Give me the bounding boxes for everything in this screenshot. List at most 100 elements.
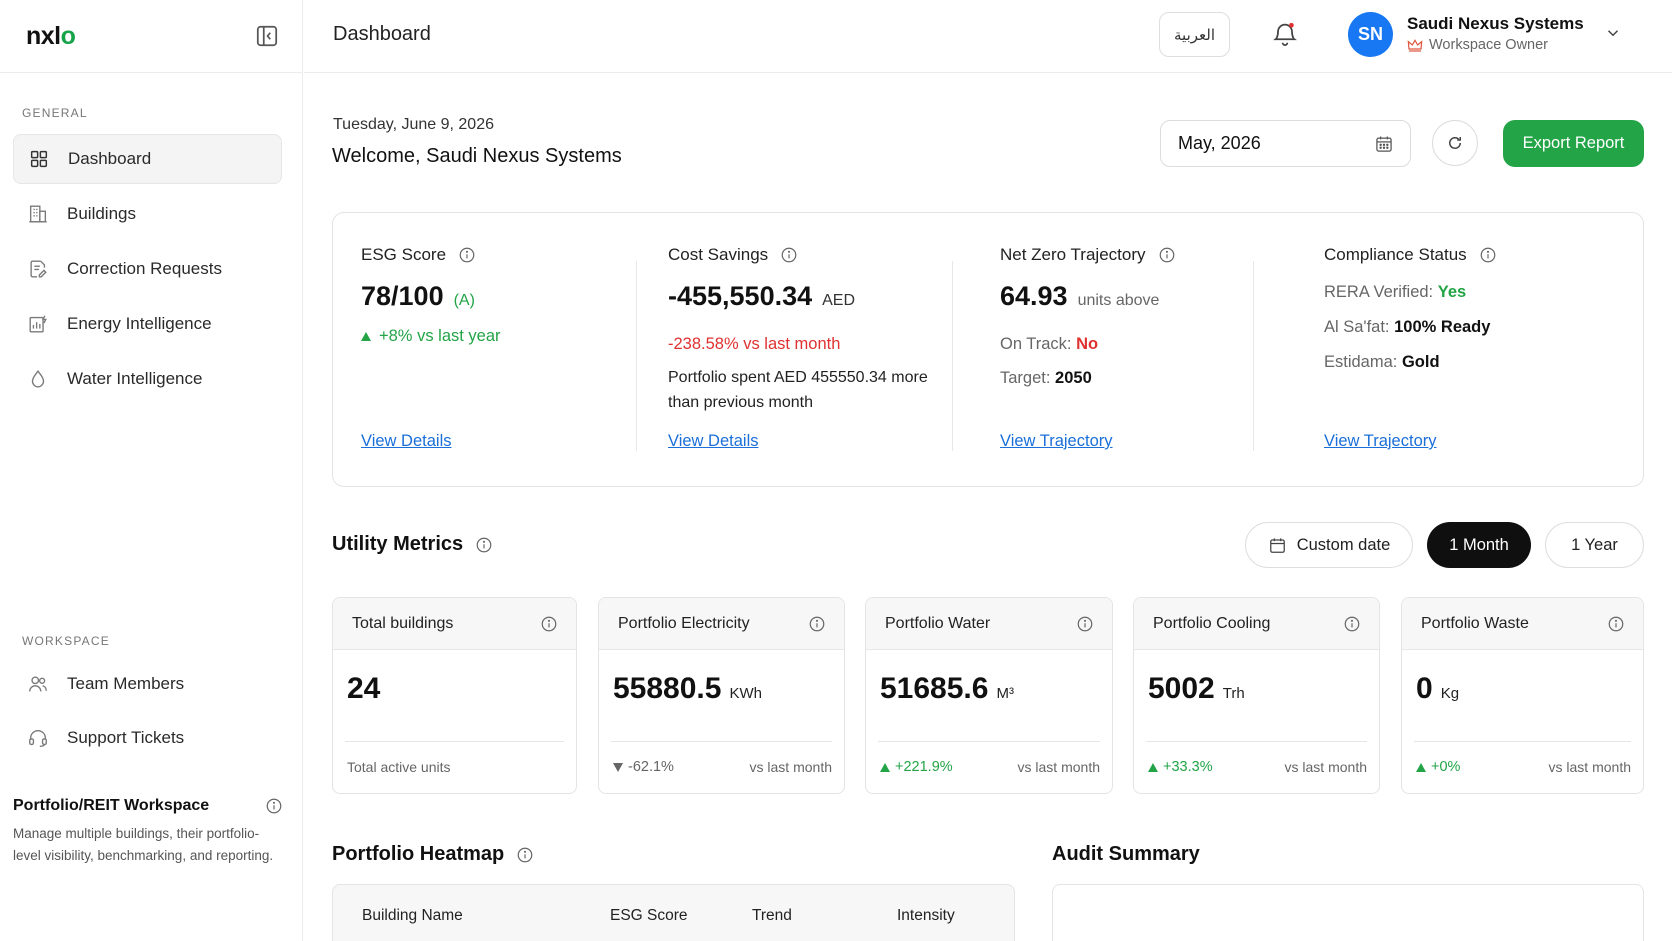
info-icon[interactable] (540, 615, 558, 633)
alsafat-row: Al Sa'fat: 100% Ready (1324, 318, 1490, 337)
cost-savings-value: -455,550.34 (668, 281, 813, 311)
info-icon[interactable] (265, 797, 283, 815)
kpi-title-text: Compliance Status (1324, 245, 1467, 264)
info-icon[interactable] (1158, 246, 1176, 264)
avatar[interactable]: SN (1348, 12, 1393, 57)
sidebar-item-dashboard[interactable]: Dashboard (13, 134, 282, 184)
sidebar-item-label: Water Intelligence (67, 369, 203, 388)
logo-accent: o (60, 21, 76, 50)
range-1-year-button[interactable]: 1 Year (1545, 522, 1644, 568)
users-icon (29, 676, 47, 692)
alsafat-label: Al Sa'fat: (1324, 318, 1390, 336)
estidama-value: Gold (1401, 353, 1440, 371)
on-track-row: On Track: No (1000, 335, 1098, 354)
metric-change-text: -62.1% (628, 759, 674, 775)
current-date: Tuesday, June 9, 2026 (333, 116, 494, 133)
column-header-trend[interactable]: Trend (752, 907, 792, 925)
on-track-value: No (1076, 335, 1099, 353)
info-icon[interactable] (516, 846, 534, 864)
headset-icon (29, 730, 47, 747)
cost-savings-kpi: Cost Savings -455,550.34 AED -238.58% vs… (668, 213, 958, 488)
sidebar-item-water-intelligence[interactable]: Water Intelligence (13, 354, 282, 404)
collapse-sidebar-icon[interactable] (254, 23, 280, 49)
kpi-value: 64.93 units above (1000, 281, 1159, 312)
info-icon[interactable] (780, 246, 798, 264)
info-icon[interactable] (808, 615, 826, 633)
metric-card-header: Portfolio Waste (1402, 598, 1643, 650)
divider (345, 741, 564, 742)
energy-chart-icon (29, 315, 47, 333)
sidebar-item-team-members[interactable]: Team Members (13, 659, 282, 709)
sidebar-item-buildings[interactable]: Buildings (13, 189, 282, 239)
sidebar-item-label: Buildings (67, 204, 136, 223)
range-1-month-button[interactable]: 1 Month (1427, 522, 1531, 568)
chevron-down-icon[interactable] (1604, 24, 1622, 42)
metric-number: 5002 (1148, 672, 1215, 705)
metric-footer-text: vs last month (749, 759, 832, 775)
column-header-building-name[interactable]: Building Name (362, 907, 463, 925)
view-details-link[interactable]: View Details (668, 432, 758, 451)
view-trajectory-link[interactable]: View Trajectory (1324, 432, 1437, 451)
calendar-icon (1269, 537, 1285, 553)
cost-change: -238.58% vs last month (668, 335, 841, 353)
kpi-title: Compliance Status (1324, 245, 1497, 265)
notification-bell-icon[interactable] (1271, 20, 1299, 48)
metric-card-electricity: Portfolio Electricity 55880.5 KWh -62.1%… (598, 597, 845, 794)
info-icon[interactable] (1479, 246, 1497, 264)
sidebar-header: nxl o (0, 0, 302, 73)
view-details-link[interactable]: View Details (361, 432, 451, 451)
refresh-button[interactable] (1432, 120, 1478, 166)
sidebar-item-energy-intelligence[interactable]: Energy Intelligence (13, 299, 282, 349)
metric-title: Portfolio Cooling (1153, 614, 1271, 632)
metric-card-header: Portfolio Water (866, 598, 1112, 650)
esg-change: +8% vs last year (361, 327, 501, 346)
kpi-title-text: Net Zero Trajectory (1000, 245, 1146, 264)
metric-title: Portfolio Electricity (618, 614, 750, 632)
target-row: Target: 2050 (1000, 369, 1092, 388)
heatmap-table: Building Name ESG Score Trend Intensity (332, 884, 1015, 941)
language-toggle-button[interactable]: العربية (1159, 12, 1230, 57)
info-icon[interactable] (1343, 615, 1361, 633)
metric-value: 0 Kg (1416, 672, 1459, 706)
net-zero-kpi: Net Zero Trajectory 64.93 units above On… (1000, 213, 1290, 488)
general-section-label: GENERAL (22, 106, 88, 120)
info-icon[interactable] (1076, 615, 1094, 633)
sidebar-item-label: Support Tickets (67, 728, 185, 747)
trend-up-icon (361, 332, 371, 341)
month-picker[interactable]: May, 2026 (1160, 120, 1411, 167)
custom-date-label: Custom date (1296, 535, 1391, 554)
metric-value: 5002 Trh (1148, 672, 1245, 706)
metric-change-text: +221.9% (895, 759, 953, 775)
sidebar-item-label: Team Members (67, 674, 185, 693)
sidebar-item-support-tickets[interactable]: Support Tickets (13, 713, 282, 763)
export-report-button[interactable]: Export Report (1503, 120, 1644, 167)
info-icon[interactable] (458, 246, 476, 264)
esg-grade: (A) (453, 292, 475, 309)
trend-up-icon (1148, 762, 1158, 772)
column-header-intensity[interactable]: Intensity (897, 907, 955, 925)
sidebar-item-correction-requests[interactable]: Correction Requests (13, 244, 282, 294)
metric-unit: M³ (996, 685, 1014, 702)
kpi-title: Net Zero Trajectory (1000, 245, 1176, 265)
logo[interactable]: nxl o (26, 21, 76, 51)
compliance-kpi: Compliance Status RERA Verified: Yes Al … (1324, 213, 1624, 488)
divider (611, 741, 832, 742)
custom-date-button[interactable]: Custom date (1245, 522, 1413, 568)
view-trajectory-link[interactable]: View Trajectory (1000, 432, 1113, 451)
metric-footer-text: vs last month (1548, 759, 1631, 775)
metric-card-cooling: Portfolio Cooling 5002 Trh +33.3% vs las… (1133, 597, 1380, 794)
kpi-divider (636, 261, 637, 451)
kpi-value: 78/100 (A) (361, 281, 475, 312)
water-drop-icon (31, 370, 45, 388)
metric-card-header: Total buildings (333, 598, 576, 650)
metric-footer: +221.9% vs last month (880, 759, 1100, 775)
user-role: Workspace Owner (1407, 37, 1548, 53)
info-icon[interactable] (1607, 615, 1625, 633)
metric-footer-text: vs last month (1017, 759, 1100, 775)
divider (878, 741, 1100, 742)
sidebar-item-label: Energy Intelligence (67, 314, 212, 333)
info-icon[interactable] (475, 536, 493, 554)
workspace-info-card: Portfolio/REIT Workspace Manage multiple… (13, 797, 283, 867)
divider (1146, 741, 1367, 742)
column-header-esg-score[interactable]: ESG Score (610, 907, 688, 925)
